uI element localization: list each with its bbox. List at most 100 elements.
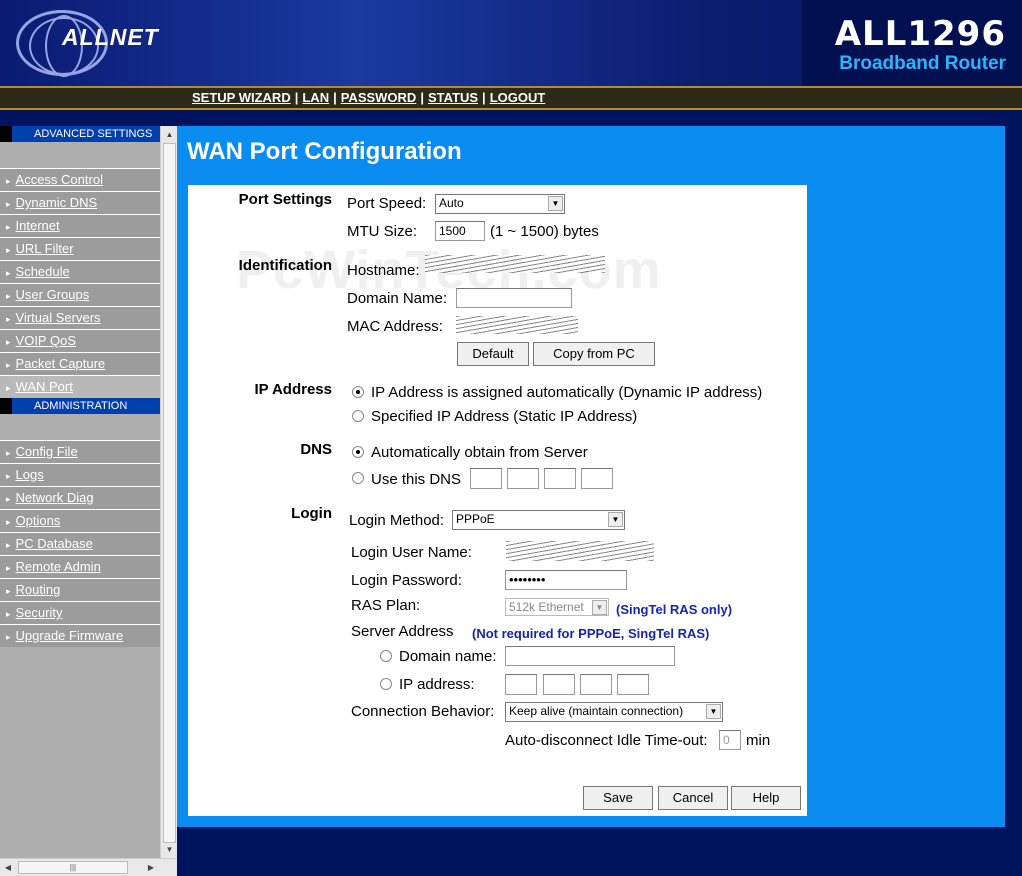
arrow-right-icon: ▸ <box>6 563 11 573</box>
sidebar-item-label: WAN Port <box>15 379 73 394</box>
sidebar-item-label: Schedule <box>15 264 70 279</box>
arrow-right-icon: ▸ <box>6 268 11 278</box>
sidebar-horizontal-scrollbar[interactable]: ◀ ||| ▶ <box>0 858 177 876</box>
sidebar-item-upgrade-firmware[interactable]: ▸ Upgrade Firmware <box>0 624 160 647</box>
connection-behavior-select[interactable]: Keep alive (maintain connection) ▼ <box>505 702 723 722</box>
sidebar-item-packet-capture[interactable]: ▸ Packet Capture <box>0 352 160 375</box>
scroll-left-arrow-icon[interactable]: ◀ <box>0 859 16 876</box>
dns-octet-4[interactable] <box>581 468 613 489</box>
port-speed-select[interactable]: Auto ▼ <box>435 194 565 214</box>
page-title: WAN Port Configuration <box>187 138 462 165</box>
arrow-right-icon: ▸ <box>6 448 11 458</box>
sidebar-item-label: Routing <box>15 582 61 597</box>
main-content: WAN Port Configuration PcWinTech.com Por… <box>177 126 1005 827</box>
sidebar-item-remote-admin[interactable]: ▸ Remote Admin <box>0 555 160 578</box>
sidebar-item-access-control[interactable]: ▸ Access Control <box>0 168 160 191</box>
server-ip-octet-3[interactable] <box>580 674 612 695</box>
sidebar-item-options[interactable]: ▸ Options <box>0 509 160 532</box>
dns-octet-1[interactable] <box>470 468 502 489</box>
sidebar-item-user-groups[interactable]: ▸ User Groups <box>0 283 160 306</box>
scroll-thumb[interactable] <box>163 143 176 843</box>
brand-logo: ALLNET <box>62 24 159 50</box>
idle-timeout-unit: min <box>746 732 771 749</box>
sidebar-item-security[interactable]: ▸ Security <box>0 601 160 624</box>
help-button[interactable]: Help <box>731 786 801 810</box>
ip-dynamic-radio[interactable] <box>352 386 364 398</box>
scroll-up-arrow-icon[interactable]: ▲ <box>161 126 178 143</box>
arrow-right-icon: ▸ <box>6 609 11 619</box>
config-panel: PcWinTech.com Port Settings Port Speed: … <box>188 185 807 816</box>
idle-timeout-input[interactable]: 0 <box>719 730 741 750</box>
scroll-down-arrow-icon[interactable]: ▼ <box>161 841 178 858</box>
domain-name-input[interactable] <box>456 288 572 308</box>
hostname-label: Hostname: <box>347 262 420 279</box>
sidebar-item-schedule[interactable]: ▸ Schedule <box>0 260 160 283</box>
ip-dynamic-label: IP Address is assigned automatically (Dy… <box>371 384 763 401</box>
domain-name-label: Domain Name: <box>347 290 448 307</box>
sidebar-item-virtual-servers[interactable]: ▸ Virtual Servers <box>0 306 160 329</box>
save-button[interactable]: Save <box>583 786 653 810</box>
arrow-right-icon: ▸ <box>6 176 11 186</box>
server-ip-octet-4[interactable] <box>617 674 649 695</box>
server-ip-octet-2[interactable] <box>543 674 575 695</box>
nav-lan[interactable]: LAN <box>302 90 329 105</box>
sidebar-item-label: VOIP QoS <box>15 333 76 348</box>
server-ip-octet-1[interactable] <box>505 674 537 695</box>
dns-auto-label: Automatically obtain from Server <box>371 444 588 461</box>
nav-password[interactable]: PASSWORD <box>341 90 417 105</box>
dns-auto-radio[interactable] <box>352 446 364 458</box>
sidebar-item-label: User Groups <box>15 287 90 302</box>
dns-manual-radio[interactable] <box>352 472 364 484</box>
sidebar-vertical-scrollbar[interactable]: ▲ ▼ <box>160 126 177 858</box>
server-domain-radio[interactable] <box>380 650 392 662</box>
nav-status[interactable]: STATUS <box>428 90 478 105</box>
ip-static-radio[interactable] <box>352 410 364 422</box>
sidebar-item-dynamic-dns[interactable]: ▸ Dynamic DNS <box>0 191 160 214</box>
dns-octet-2[interactable] <box>507 468 539 489</box>
dns-octet-3[interactable] <box>544 468 576 489</box>
scroll-thumb-horizontal[interactable]: ||| <box>18 861 128 874</box>
sidebar-item-routing[interactable]: ▸ Routing <box>0 578 160 601</box>
login-method-select[interactable]: PPPoE ▼ <box>452 510 625 530</box>
arrow-right-icon: ▸ <box>6 632 11 642</box>
scroll-right-arrow-icon[interactable]: ▶ <box>143 859 159 876</box>
login-password-input[interactable]: •••••••• <box>505 570 627 590</box>
sidebar-item-config-file[interactable]: ▸ Config File <box>0 440 160 463</box>
arrow-right-icon: ▸ <box>6 494 11 504</box>
mac-address-label: MAC Address: <box>347 318 443 335</box>
sidebar-section-advanced: ADVANCED SETTINGS <box>0 126 160 142</box>
mtu-input[interactable]: 1500 <box>435 221 485 241</box>
server-domain-input[interactable] <box>505 646 675 666</box>
server-ip-label: IP address: <box>399 676 475 693</box>
default-mac-button[interactable]: Default <box>457 342 529 366</box>
sidebar-item-pc-database[interactable]: ▸ PC Database <box>0 532 160 555</box>
sidebar-item-wan-port[interactable]: ▸ WAN Port <box>0 375 160 398</box>
login-password-label: Login Password: <box>351 572 462 589</box>
hostname-redacted <box>425 255 605 273</box>
arrow-right-icon: ▸ <box>6 540 11 550</box>
arrow-right-icon: ▸ <box>6 471 11 481</box>
section-login: Login <box>291 505 332 522</box>
section-identification: Identification <box>238 257 332 274</box>
nav-setup-wizard[interactable]: SETUP WIZARD <box>192 90 291 105</box>
arrow-right-icon: ▸ <box>6 291 11 301</box>
chevron-down-icon: ▼ <box>608 512 623 527</box>
ip-static-label: Specified IP Address (Static IP Address) <box>371 408 638 425</box>
login-method-label: Login Method: <box>349 512 445 529</box>
sidebar-item-voip-qos[interactable]: ▸ VOIP QoS <box>0 329 160 352</box>
chevron-down-icon: ▼ <box>548 196 563 211</box>
ras-note: (SingTel RAS only) <box>616 602 733 617</box>
cancel-button[interactable]: Cancel <box>658 786 728 810</box>
sidebar-section-administration: ADMINISTRATION <box>0 398 160 414</box>
server-ip-radio[interactable] <box>380 678 392 690</box>
sidebar-item-label: Remote Admin <box>15 559 101 574</box>
nav-logout[interactable]: LOGOUT <box>490 90 546 105</box>
sidebar-item-network-diag[interactable]: ▸ Network Diag <box>0 486 160 509</box>
ras-plan-select[interactable]: 512k Ethernet ▼ <box>505 598 609 616</box>
sidebar-item-label: URL Filter <box>15 241 74 256</box>
copy-from-pc-button[interactable]: Copy from PC <box>533 342 655 366</box>
sidebar-item-label: Options <box>15 513 61 528</box>
sidebar-item-url-filter[interactable]: ▸ URL Filter <box>0 237 160 260</box>
sidebar-item-logs[interactable]: ▸ Logs <box>0 463 160 486</box>
sidebar-item-internet[interactable]: ▸ Internet <box>0 214 160 237</box>
